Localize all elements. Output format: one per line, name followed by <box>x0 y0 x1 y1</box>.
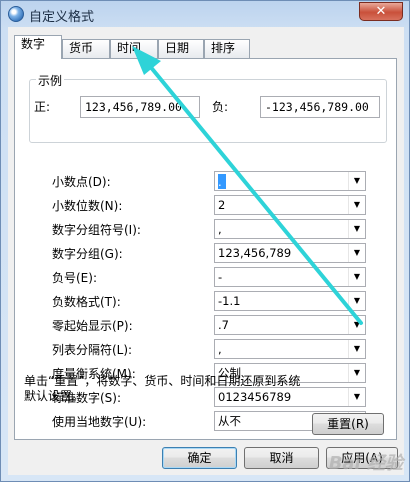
tab-number[interactable]: 数字 <box>14 35 62 59</box>
watermark-logo: Bai 经验 <box>328 453 403 474</box>
annotation-arrow-shaft <box>147 63 363 325</box>
annotation-arrow <box>132 46 363 325</box>
dialog-window: 自定义格式 ✕ 数字 货币 时间 日期 排序 示例 正: 123,456,789… <box>0 0 410 482</box>
annotation-arrow-head <box>132 46 161 75</box>
